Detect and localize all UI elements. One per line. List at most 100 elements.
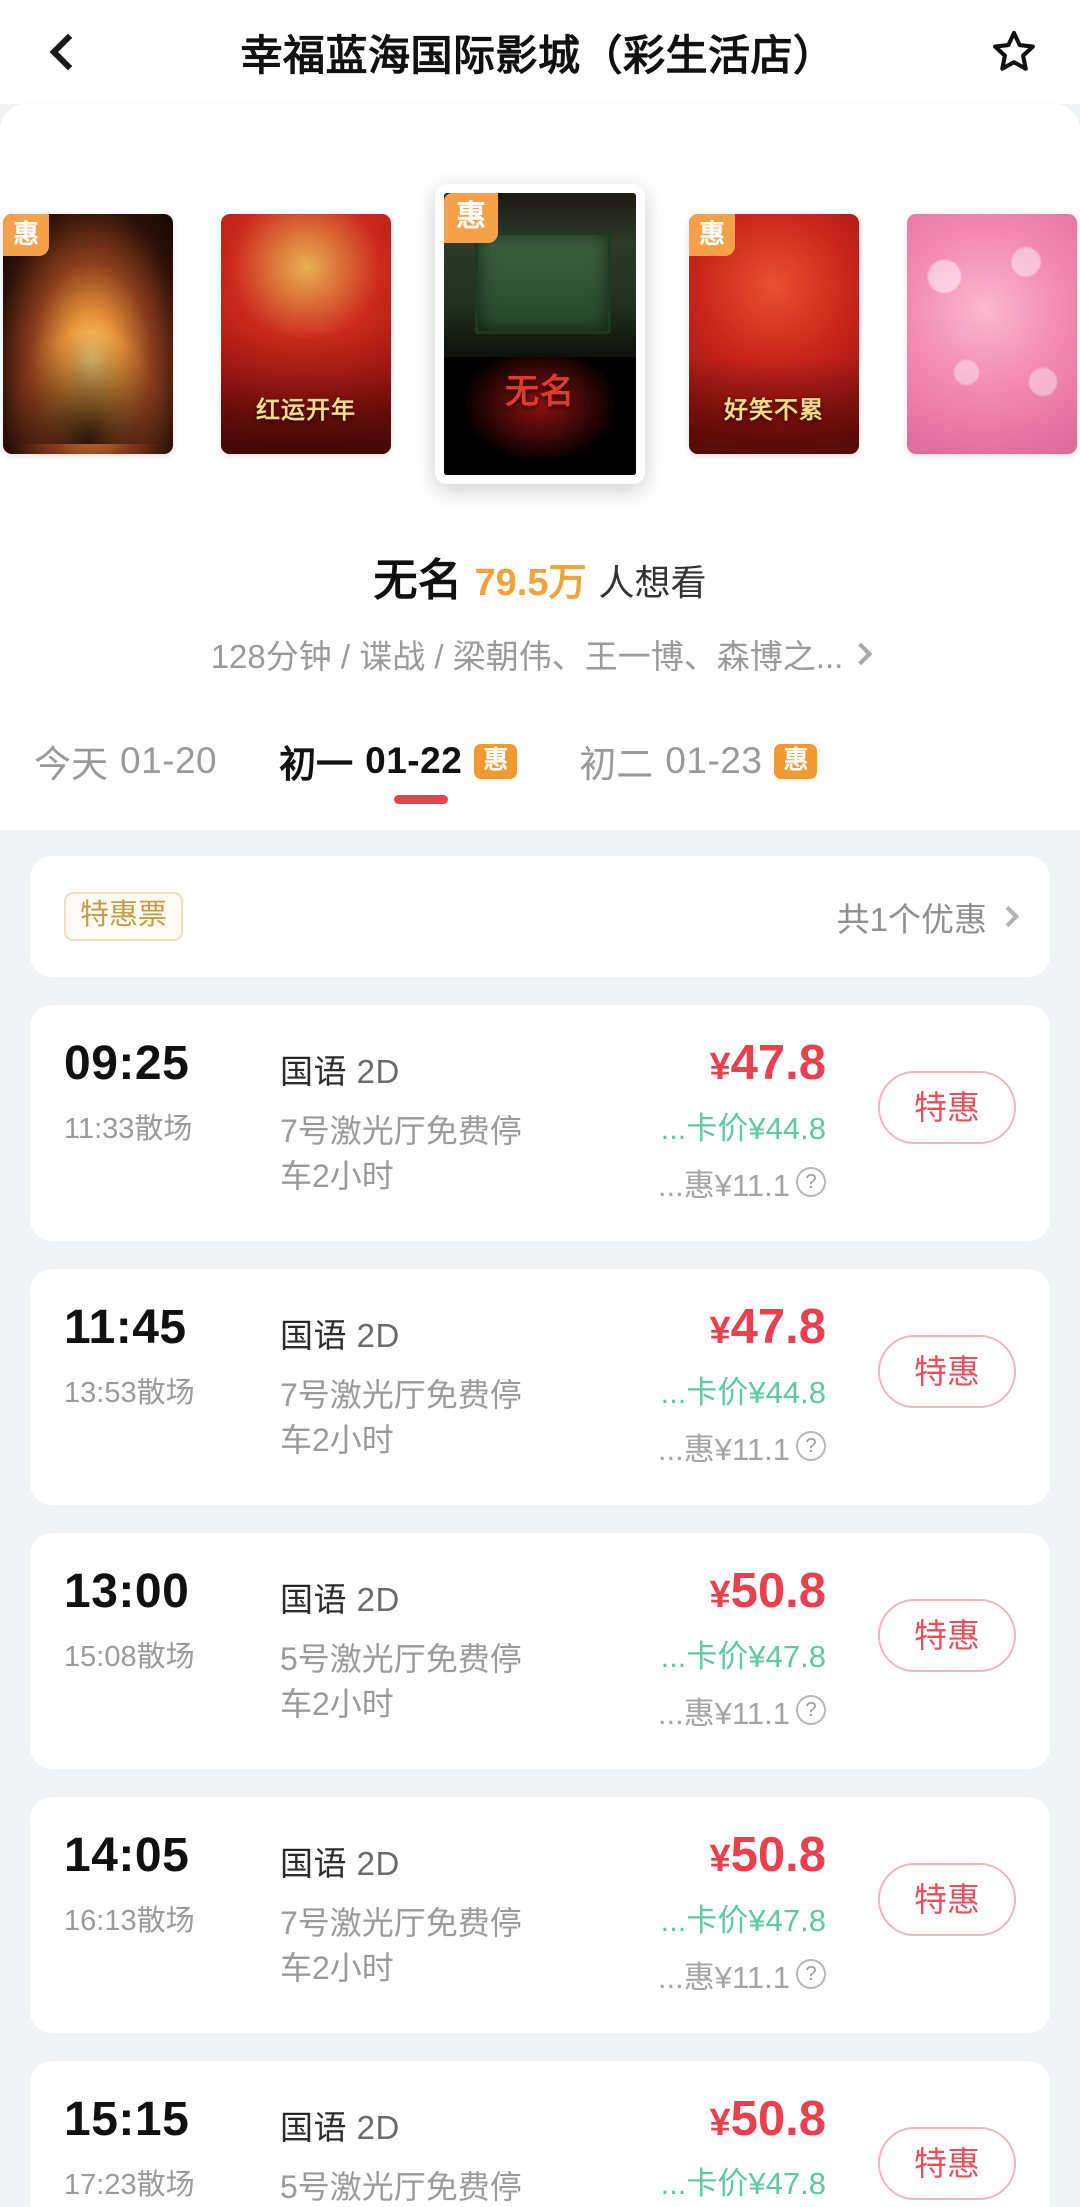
currency-symbol: ¥ [709, 1573, 731, 1616]
language: 国语 [280, 1053, 347, 1090]
discount-badge: 惠 [774, 743, 818, 779]
format: 2D [356, 1053, 400, 1090]
language-format: 国语 2D [280, 1573, 544, 1621]
poster-item[interactable]: 惠 好笑不累 [689, 214, 859, 454]
promo-banner[interactable]: 特惠票 共1个优惠 [30, 856, 1050, 977]
showtime-hall-col: 国语 2D 7号激光厅免费停车2小时 [280, 1829, 558, 1992]
promo-summary-link[interactable]: 共1个优惠 [836, 893, 1020, 941]
card-price: ...卡价¥47.8 [660, 1638, 826, 1674]
discount-badge: 惠 [474, 743, 518, 779]
showtime-row[interactable]: 09:25 11:33散场 国语 2D 7号激光厅免费停车2小时 ¥47.8 .… [30, 1005, 1050, 1241]
language-format: 国语 2D [280, 2101, 544, 2149]
movie-meta-row[interactable]: 128分钟 / 谍战 / 梁朝伟、王一博、森博之... [40, 630, 1040, 678]
card-price: ...卡价¥44.8 [660, 1110, 826, 1146]
discount-amount: ...惠¥11.1? [558, 1952, 826, 1997]
buy-ticket-button[interactable]: 特惠 [878, 2126, 1016, 2200]
showtime-row[interactable]: 14:05 16:13散场 国语 2D 7号激光厅免费停车2小时 ¥50.8 .… [30, 1796, 1050, 2033]
poster-artwork [907, 214, 1077, 454]
discount-text: ...惠¥11.1 [657, 1959, 790, 1995]
movie-detail-card: 惠 红运开年 惠 无名 惠 好笑不累 无名 79.5万 人想看 128分钟 / … [0, 104, 1080, 830]
format: 2D [356, 1316, 400, 1354]
end-time: 11:33散场 [64, 1113, 193, 1146]
ticket-price: ¥50.8 [558, 2091, 826, 2147]
discount-text: ...惠¥11.1 [657, 1695, 790, 1731]
card-price: ...卡价¥44.8 [660, 1374, 826, 1410]
buy-ticket-button[interactable]: 特惠 [878, 1334, 1016, 1408]
price-value: 47.8 [730, 1299, 826, 1354]
showtime-time-col: 13:00 15:08散场 [64, 1565, 280, 1675]
discount-amount: ...惠¥11.1? [558, 1160, 826, 1205]
buy-ticket-button[interactable]: 特惠 [878, 1862, 1016, 1936]
poster-item-selected[interactable]: 惠 无名 [435, 184, 645, 484]
buy-ticket-button[interactable]: 特惠 [878, 1598, 1016, 1672]
showtime-price-col: ¥47.8 ...卡价¥44.8 ...惠¥11.1? [558, 1036, 826, 1205]
showtime-row[interactable]: 11:45 13:53散场 国语 2D 7号激光厅免费停车2小时 ¥47.8 .… [30, 1268, 1050, 1505]
showtime-row[interactable]: 15:15 17:23散场 国语 2D 5号激光厅免费停车2小时 ¥50.8 .… [30, 2060, 1050, 2207]
showtime-price-col: ¥50.8 ...卡价¥47.8 ...惠¥11.1? [558, 1563, 826, 1733]
poster-item[interactable]: 惠 [3, 214, 173, 454]
price-value: 50.8 [730, 2091, 826, 2146]
cinema-showtimes-screen: 幸福蓝海国际影城（彩生活店） 惠 红运开年 惠 无名 惠 好笑不累 无名 79.… [0, 0, 1080, 2207]
language-format: 国语 2D [280, 1045, 544, 1093]
question-circle-icon[interactable]: ? [796, 1167, 826, 1198]
format: 2D [356, 1844, 400, 1882]
showtime-time-col: 15:15 17:23散场 [64, 2093, 280, 2203]
showtime-action-col: 特惠 [826, 2093, 1016, 2200]
ticket-price: ¥47.8 [558, 1299, 826, 1355]
poster-caption: 无名 [505, 372, 575, 411]
question-circle-icon[interactable]: ? [796, 1695, 826, 1726]
showtime-list: 特惠票 共1个优惠 09:25 11:33散场 国语 2D 7号激光厅免费停车2… [0, 830, 1080, 2207]
poster-caption: 红运开年 [256, 397, 356, 425]
showtime-row[interactable]: 13:00 15:08散场 国语 2D 5号激光厅免费停车2小时 ¥50.8 .… [30, 1532, 1050, 1769]
date-tab-today[interactable]: 今天 01-20 [34, 734, 217, 804]
currency-symbol: ¥ [709, 2101, 731, 2144]
movie-name: 无名 [373, 556, 463, 605]
card-price: ...卡价¥47.8 [660, 1902, 826, 1938]
ticket-price: ¥50.8 [558, 1828, 826, 1883]
discount-text: ...惠¥11.1 [657, 1167, 790, 1203]
back-chevron-icon [49, 33, 87, 71]
question-circle-icon[interactable]: ? [796, 1431, 826, 1462]
back-button[interactable] [34, 22, 94, 82]
date-tab-next[interactable]: 初二 01-23 惠 [579, 734, 818, 804]
showtime-price-col: ¥50.8 ...卡价¥47.8 ...惠¥11.1? [558, 1828, 826, 1997]
date-tab-date: 01-23 [665, 740, 763, 781]
language: 国语 [280, 1844, 347, 1882]
promo-summary-text: 共1个优惠 [836, 900, 987, 938]
ticket-price: ¥47.8 [558, 1036, 826, 1091]
date-tab-selected[interactable]: 初一 01-22 惠 [279, 734, 518, 804]
currency-symbol: ¥ [709, 1309, 731, 1352]
price-value: 47.8 [730, 1036, 826, 1090]
end-time: 17:23散场 [64, 2168, 195, 2201]
favorite-button[interactable] [982, 20, 1046, 84]
showtime-hall-col: 国语 2D 5号激光厅免费停车2小时 [280, 1565, 558, 1728]
movie-meta-text: 128分钟 / 谍战 / 梁朝伟、王一博、森博之... [210, 638, 844, 675]
start-time: 09:25 [64, 1037, 190, 1090]
poster-item[interactable] [907, 214, 1077, 454]
buy-ticket-button[interactable]: 特惠 [878, 1071, 1016, 1144]
end-time: 15:08散场 [64, 1641, 195, 1674]
date-tab-day: 初一 [279, 744, 354, 785]
movie-info: 无名 79.5万 人想看 128分钟 / 谍战 / 梁朝伟、王一博、森博之... [0, 544, 1080, 688]
hall-name: 5号激光厅免费停车2小时 [280, 2168, 522, 2205]
poster-carousel[interactable]: 惠 红运开年 惠 无名 惠 好笑不累 [0, 124, 1080, 544]
active-tab-indicator [394, 795, 449, 804]
date-tab-date: 01-22 [365, 740, 463, 781]
question-circle-icon[interactable]: ? [796, 1959, 826, 1990]
start-time: 15:15 [64, 2092, 190, 2146]
language: 国语 [280, 1316, 347, 1354]
price-value: 50.8 [730, 1563, 826, 1618]
poster-item[interactable]: 红运开年 [221, 214, 391, 454]
hall-name: 7号激光厅免费停车2小时 [280, 1904, 522, 1987]
discount-amount: ...惠¥11.1? [558, 1688, 826, 1733]
page-title: 幸福蓝海国际影城（彩生活店） [240, 31, 836, 79]
end-time: 16:13散场 [64, 1905, 195, 1938]
ticket-price: ¥50.8 [558, 1563, 826, 1619]
language-format: 国语 2D [280, 1309, 544, 1357]
language: 国语 [280, 2108, 347, 2146]
movie-title-line: 无名 79.5万 人想看 [40, 544, 1040, 608]
hall-name: 5号激光厅免费停车2小时 [280, 1640, 522, 1723]
date-tab-bar[interactable]: 今天 01-20 初一 01-22 惠 初二 01-23 惠 [0, 688, 1080, 830]
currency-symbol: ¥ [709, 1046, 731, 1088]
showtime-price-col: ¥50.8 ...卡价¥47.8 ...惠¥11.1? [558, 2091, 826, 2207]
